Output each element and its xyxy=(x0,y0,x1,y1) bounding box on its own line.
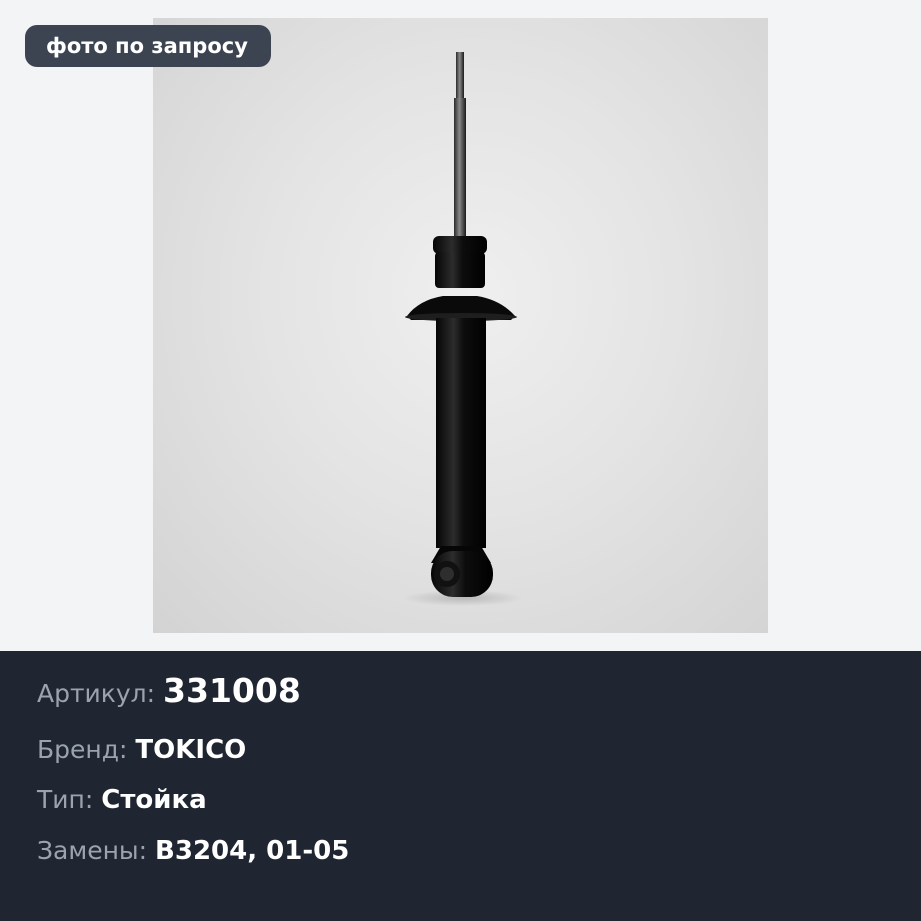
replacements-label: Замены: xyxy=(37,836,156,865)
type-label: Тип: xyxy=(37,785,102,814)
product-photo-area: фото по запросу xyxy=(0,0,921,651)
article-label: Артикул: xyxy=(37,679,164,708)
shock-absorber-image xyxy=(403,52,523,606)
replacements-value: B3204, 01-05 xyxy=(155,836,350,866)
brand-label: Бренд: xyxy=(37,735,136,764)
product-info-panel: Артикул: 331008 Бренд: TOKICO Тип: Стойк… xyxy=(0,651,921,921)
type-row: Тип: Стойка xyxy=(37,785,207,815)
brand-row: Бренд: TOKICO xyxy=(37,735,246,765)
photo-on-request-badge: фото по запросу xyxy=(25,25,271,67)
brand-value: TOKICO xyxy=(135,735,247,765)
replacements-row: Замены: B3204, 01-05 xyxy=(37,836,349,866)
article-row: Артикул: 331008 xyxy=(37,671,301,710)
product-photo xyxy=(153,18,768,633)
article-value: 331008 xyxy=(163,671,301,710)
type-value: Стойка xyxy=(101,785,207,815)
